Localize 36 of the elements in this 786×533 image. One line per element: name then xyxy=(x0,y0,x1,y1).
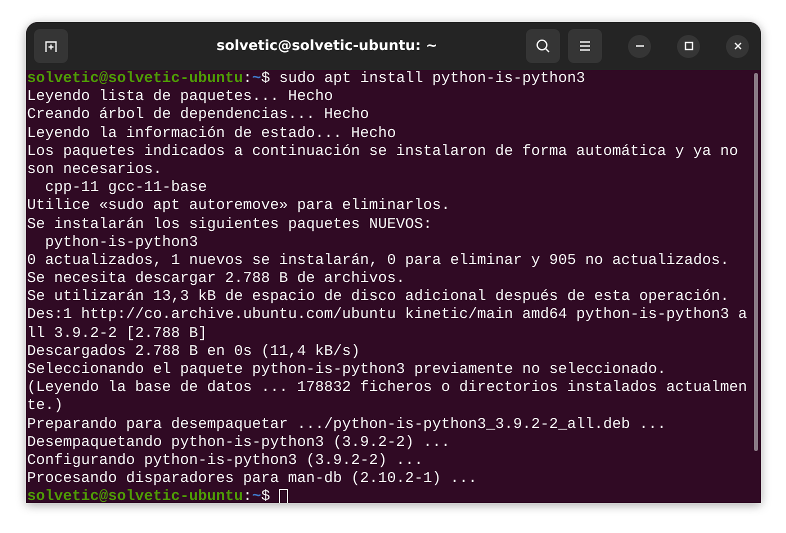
output-line: Des:1 http://co.archive.ubuntu.com/ubuntu kinetic/main amd64 python-is-python3 a xyxy=(27,306,748,325)
minimize-button[interactable] xyxy=(628,34,651,58)
output-line: (Leyendo la base de datos ... 178832 ficheros o directorios instalados actualmen xyxy=(27,379,748,398)
output-line: cpp-11 gcc-11-base xyxy=(44,179,208,198)
output-line: Se instalarán los siguientes paquetes NUEVOS: xyxy=(27,216,432,234)
new-tab-button[interactable] xyxy=(34,29,68,63)
output-line: son necesarios. xyxy=(27,160,162,180)
output-line: Utilice «sudo apt autoremove» para eliminarlos. xyxy=(27,197,450,216)
close-button[interactable] xyxy=(726,34,749,58)
output-line: te.) xyxy=(27,397,64,416)
output-line: Leyendo la información de estado... Hecho xyxy=(27,124,396,143)
output-line: Preparando para desempaquetar .../python-is-python3_3.9.2-2_all.deb ... xyxy=(27,416,666,434)
prompt-line: solvetic@solvetic-ubuntu:~$ sudo apt install python-is-python3 xyxy=(27,70,586,88)
output-line: Configurando python-is-python3 (3.9.2-2) ... xyxy=(27,452,424,470)
search-icon xyxy=(535,38,551,54)
output-line: Los paquetes indicados a continuación se instalaron de forma automática y ya no xyxy=(27,142,738,161)
output-line: Leyendo lista de paquetes... Hecho xyxy=(27,88,334,106)
maximize-button[interactable] xyxy=(677,34,700,58)
close-icon xyxy=(732,41,742,51)
prompt-line: solvetic@solvetic-ubuntu:~$ xyxy=(27,488,270,503)
output-line: Procesando disparadores para man-db (2.10.2-1) ... xyxy=(27,470,478,488)
window-title: solvetic@solvetic-ubuntu: ~ xyxy=(216,38,438,54)
menu-button[interactable] xyxy=(568,29,602,63)
output-line: 0 actualizados, 1 nuevos se instalarán, 0 para eliminar y 905 no actualizados. xyxy=(27,252,730,270)
scrollbar[interactable] xyxy=(754,73,758,451)
output-line: Se necesita descargar 2.788 B de archivos. xyxy=(27,270,406,288)
output-line: python-is-python3 xyxy=(44,234,198,252)
output-line: Se utilizarán 13,3 kB de espacio de disco adicional después de esta operación. xyxy=(27,288,730,306)
output-line: Desempaquetando python-is-python3 (3.9.2-2) ... xyxy=(27,434,450,452)
output-line: Seleccionando el paquete python-is-python3 previamente no seleccionado. xyxy=(27,361,666,380)
maximize-icon xyxy=(684,41,694,51)
output-line: ll 3.9.2-2 [2.788 B] xyxy=(27,324,208,343)
output-line: Descargados 2.788 B en 0s (11,4 kB/s) xyxy=(27,342,360,362)
search-button[interactable] xyxy=(526,29,560,63)
output-line: Creando árbol de dependencias... Hecho xyxy=(27,106,370,125)
minimize-icon xyxy=(636,45,644,47)
